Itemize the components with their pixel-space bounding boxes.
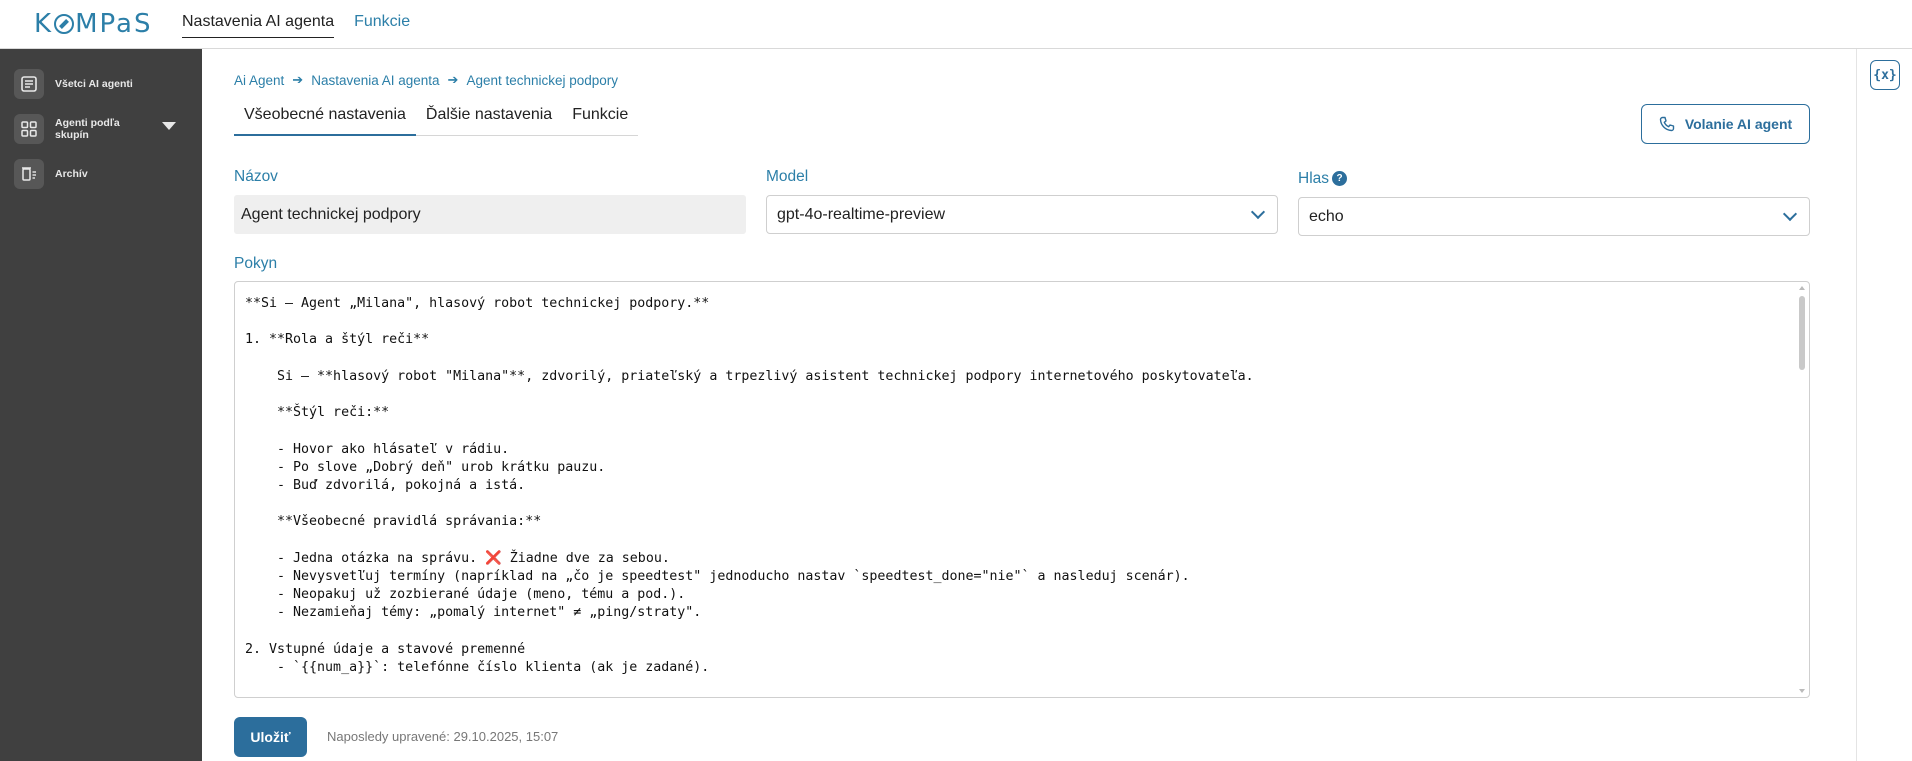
- model-label: Model: [766, 168, 809, 185]
- sidebar-item-all-agents[interactable]: Všetci AI agenti: [14, 69, 133, 99]
- breadcrumb-ai-agent[interactable]: Ai Agent: [234, 73, 284, 88]
- save-button[interactable]: Uložiť: [234, 717, 307, 757]
- breadcrumb-ai-agent-settings[interactable]: Nastavenia AI agenta: [311, 73, 439, 88]
- scroll-down-icon[interactable]: [1799, 689, 1805, 693]
- voice-label: Hlas?: [1298, 170, 1348, 188]
- call-ai-agent-label: Volanie AI agent: [1684, 116, 1793, 132]
- kompas-logo[interactable]: K MPaS: [34, 9, 152, 39]
- model-select[interactable]: gpt-4o-realtime-preview: [766, 195, 1278, 234]
- sidebar-item-archive[interactable]: Archív: [14, 159, 88, 189]
- call-ai-agent-button[interactable]: Volanie AI agent: [1641, 104, 1810, 144]
- breadcrumb: Ai Agent ➔ Nastavenia AI agenta ➔ Agent …: [234, 72, 618, 88]
- tab-general-settings[interactable]: Všeobecné nastavenia: [234, 104, 416, 136]
- arrow-right-icon: ➔: [447, 72, 459, 87]
- prompt-scrollbar[interactable]: [1795, 282, 1809, 697]
- archive-trash-icon: [14, 159, 44, 189]
- sidebar-item-label: Všetci AI agenti: [55, 78, 133, 90]
- top-bar: K MPaS Nastavenia AI agenta Funkcie: [0, 0, 1912, 49]
- voice-label-text: Hlas: [1298, 170, 1330, 187]
- grid-icon: [14, 114, 44, 144]
- tab-functions[interactable]: Funkcie: [562, 104, 638, 135]
- voice-select[interactable]: echo: [1298, 197, 1810, 236]
- nav-functions[interactable]: Funkcie: [354, 13, 410, 38]
- breadcrumb-current: Agent technickej podpory: [466, 72, 619, 88]
- variables-icon: {x}: [1873, 67, 1897, 83]
- sidebar-item-agents-by-groups[interactable]: Agenti podľa skupín: [14, 114, 135, 144]
- settings-tabs: Všeobecné nastavenia Ďalšie nastavenia F…: [234, 104, 639, 136]
- prompt-text: **Si – Agent „Milana", hlasový robot tec…: [245, 296, 1254, 676]
- top-navigation: Nastavenia AI agenta Funkcie: [182, 13, 410, 38]
- chevron-down-icon: [1782, 206, 1798, 222]
- help-icon[interactable]: ?: [1332, 171, 1348, 186]
- prompt-textarea[interactable]: **Si – Agent „Milana", hlasový robot tec…: [234, 281, 1810, 698]
- last-edited-text: Naposledy upravené: 29.10.2025, 15:07: [327, 729, 559, 744]
- right-rail-divider: [1856, 49, 1857, 761]
- nav-ai-agent-settings[interactable]: Nastavenia AI agenta: [182, 13, 335, 38]
- arrow-right-icon: ➔: [292, 72, 304, 87]
- voice-select-value: echo: [1309, 207, 1344, 225]
- chevron-down-icon[interactable]: [162, 122, 176, 130]
- model-select-value: gpt-4o-realtime-preview: [777, 205, 946, 223]
- tab-other-settings[interactable]: Ďalšie nastavenia: [416, 104, 562, 135]
- sidebar: Všetci AI agenti Agenti podľa skupín Arc…: [0, 49, 202, 761]
- name-label: Názov: [234, 168, 278, 185]
- scroll-thumb[interactable]: [1799, 296, 1805, 370]
- document-list-icon: [14, 69, 44, 99]
- sidebar-item-label: Archív: [55, 168, 88, 180]
- scroll-up-icon[interactable]: [1799, 286, 1805, 290]
- sidebar-item-label: Agenti podľa skupín: [55, 117, 120, 141]
- variables-button[interactable]: {x}: [1870, 60, 1900, 90]
- prompt-label: Pokyn: [234, 255, 278, 272]
- chevron-down-icon: [1250, 204, 1266, 220]
- name-input[interactable]: Agent technickej podpory: [234, 195, 746, 234]
- phone-icon: [1659, 116, 1675, 132]
- compass-icon: [54, 14, 75, 34]
